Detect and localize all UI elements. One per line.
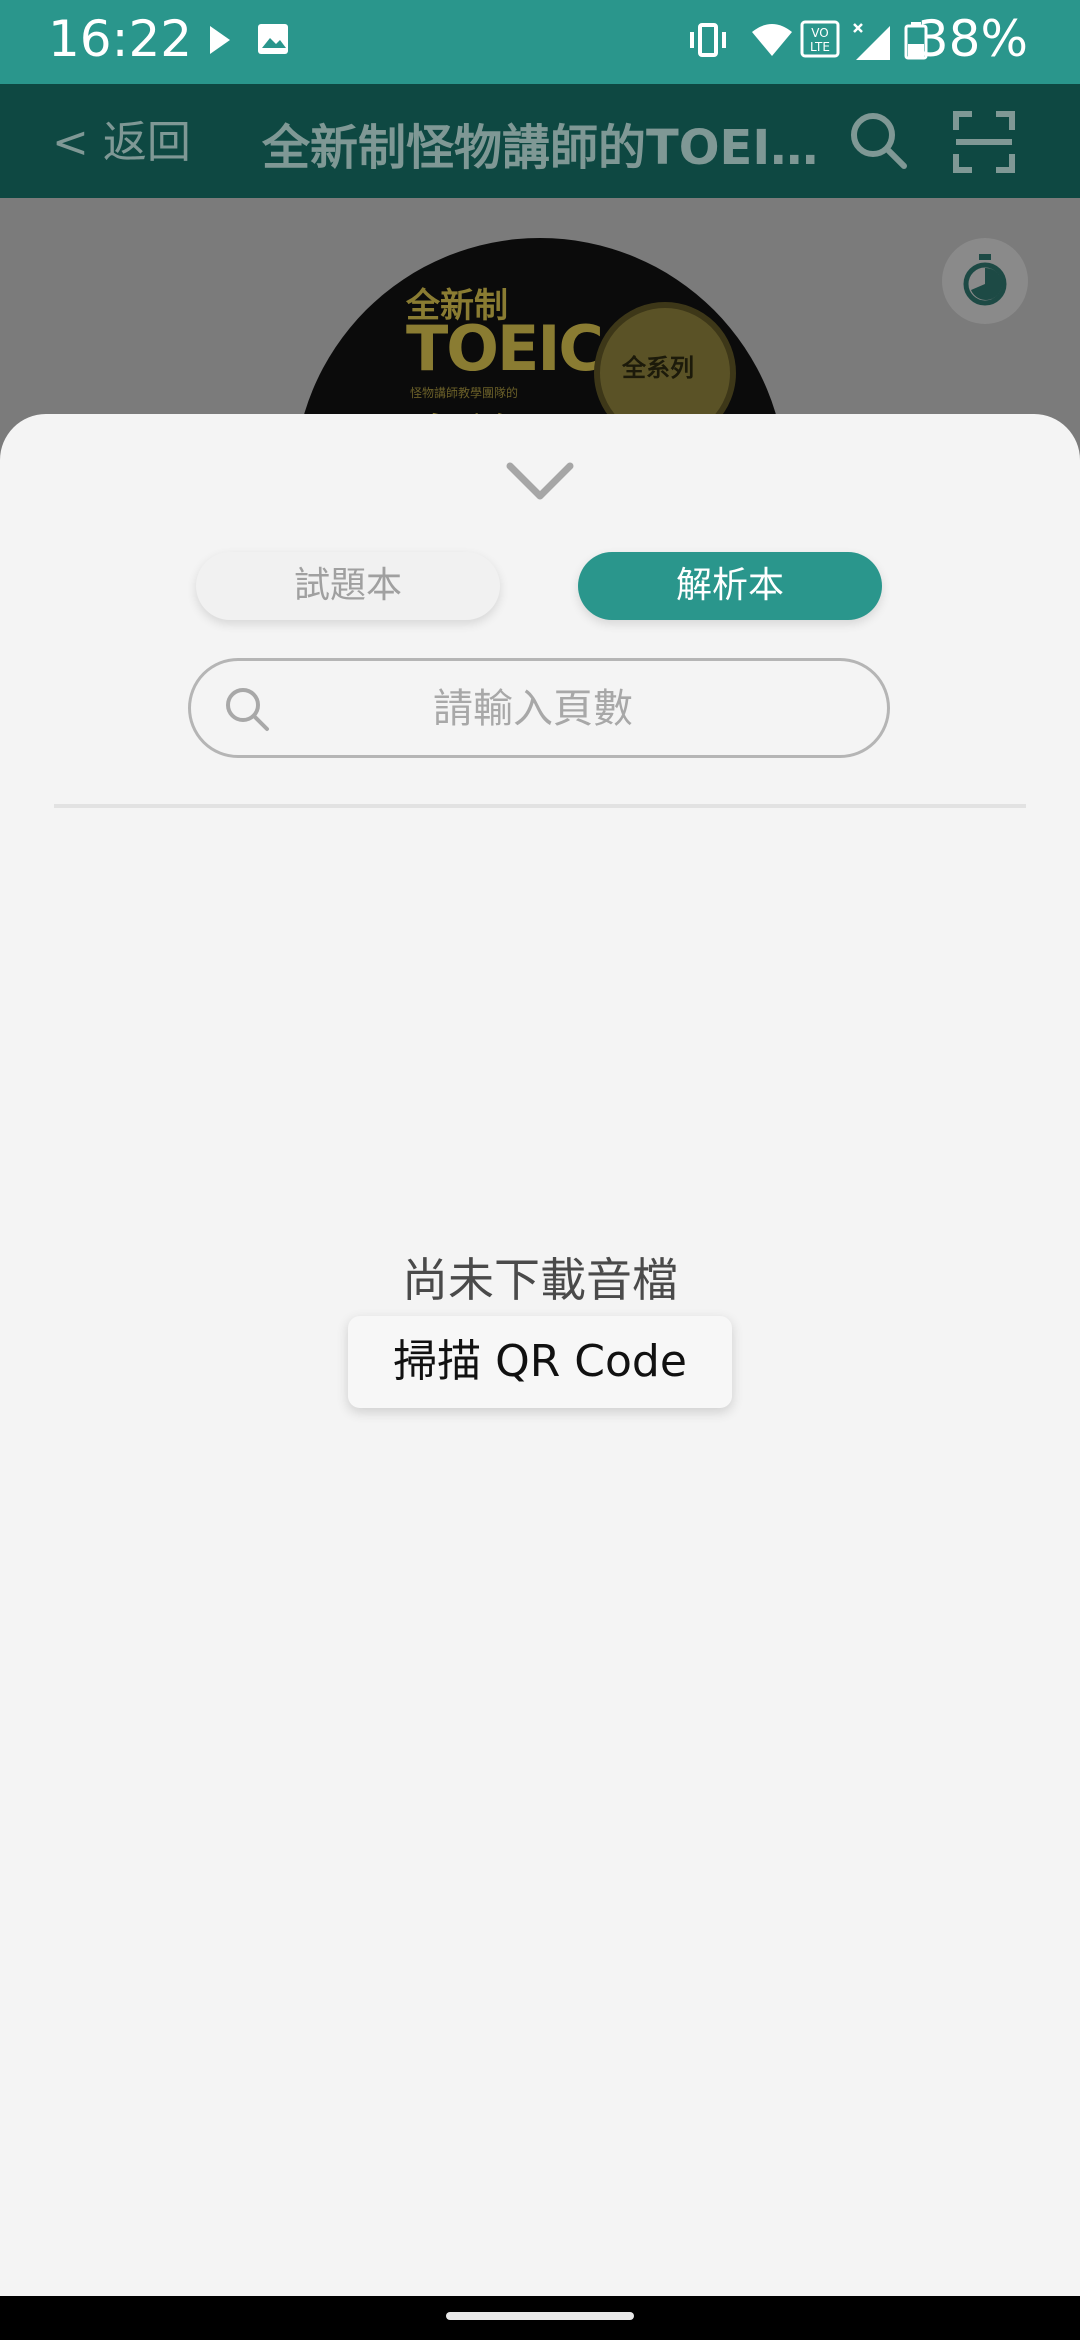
image-icon — [256, 22, 290, 60]
signal-icon — [852, 22, 892, 66]
cover-line2: TOEIC — [406, 312, 604, 385]
divider — [54, 804, 1026, 808]
page-search-box[interactable] — [188, 658, 890, 758]
app-bar: < 返回 全新制怪物講師的TOEIC… — [0, 84, 1080, 198]
timer-icon — [962, 254, 1008, 310]
tab-question-book[interactable]: 試題本 — [196, 552, 500, 620]
wifi-icon — [750, 22, 794, 62]
page-number-input[interactable] — [291, 661, 775, 757]
empty-state-message: 尚未下載音檔 — [402, 1253, 678, 1307]
timer-button[interactable] — [942, 238, 1028, 324]
back-button[interactable]: < 返回 — [52, 106, 191, 170]
volte-icon: VO LTE — [800, 20, 840, 62]
search-icon[interactable] — [848, 110, 908, 174]
scan-icon[interactable] — [952, 110, 1016, 178]
status-time: 16:22 — [48, 10, 193, 68]
scan-qr-button[interactable]: 掃描 QR Code — [348, 1316, 732, 1408]
svg-text:VO: VO — [811, 26, 828, 40]
tab-answer-book[interactable]: 解析本 — [578, 552, 882, 620]
cover-seal-text: 全系列 — [622, 354, 694, 382]
status-bar: 16:22 VO LTE 38% — [0, 0, 1080, 84]
play-icon — [206, 22, 234, 62]
home-indicator[interactable] — [446, 2312, 634, 2320]
bottom-sheet: 試題本 解析本 尚未下載音檔 掃描 QR Code — [0, 414, 1080, 2296]
battery-percentage: 38% — [916, 10, 1028, 68]
search-icon — [223, 685, 271, 737]
svg-text:LTE: LTE — [810, 40, 830, 54]
chevron-down-icon[interactable] — [506, 462, 574, 506]
page-title: 全新制怪物講師的TOEIC… — [262, 120, 822, 176]
vibrate-icon — [688, 22, 728, 62]
navigation-bar — [0, 2296, 1080, 2340]
